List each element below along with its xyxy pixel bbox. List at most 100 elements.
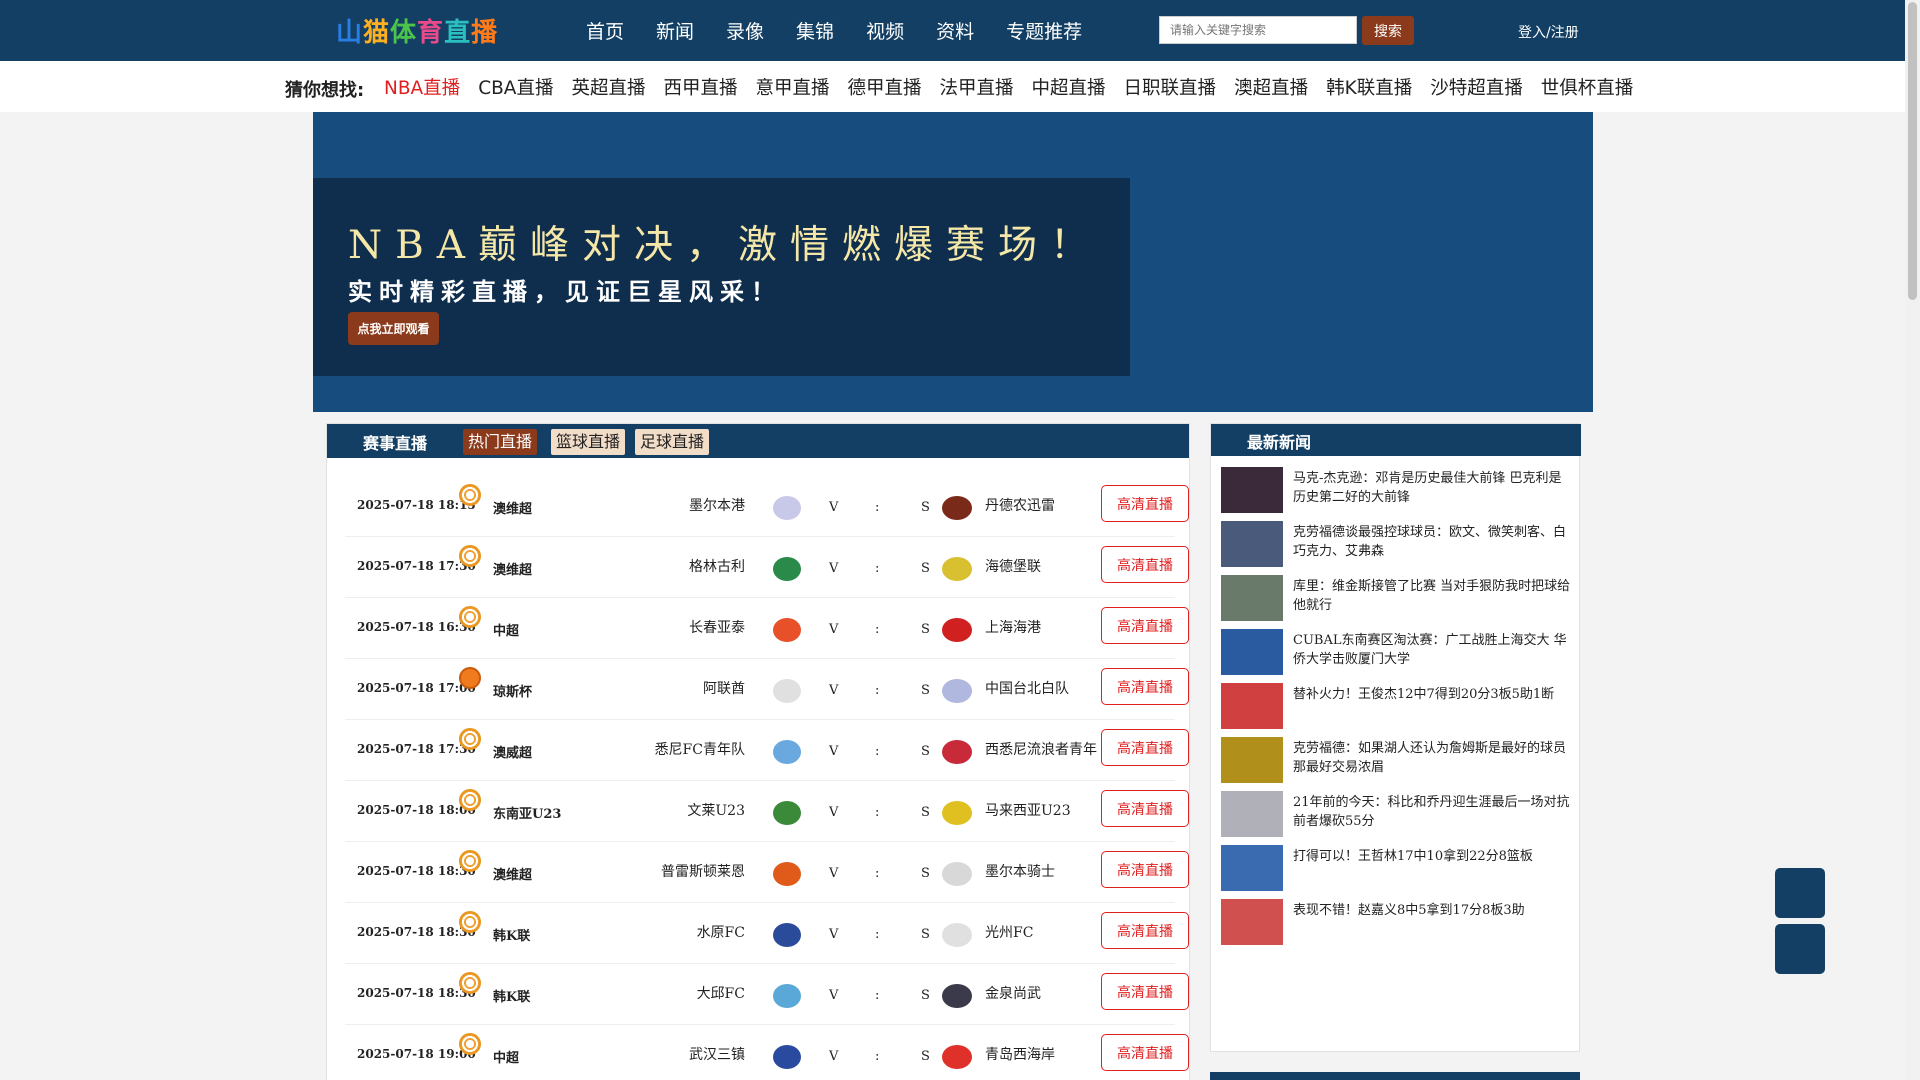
home-team[interactable]: 长春亚泰 <box>689 617 745 637</box>
hd-live-button[interactable]: 高清直播 <box>1101 607 1189 644</box>
guess-link[interactable]: NBA直播 <box>384 74 460 100</box>
news-headline[interactable]: CUBAL东南赛区淘汰赛：广工战胜上海交大 华侨大学击败厦门大学 <box>1293 631 1571 669</box>
away-team[interactable]: 丹德农迅雷 <box>985 495 1055 515</box>
tab-football-live[interactable]: 足球直播 <box>635 429 710 455</box>
guess-link[interactable]: 中超直播 <box>1032 74 1106 100</box>
guess-link[interactable]: 沙特超直播 <box>1430 74 1523 100</box>
tab-basketball-live[interactable]: 篮球直播 <box>551 429 626 455</box>
guess-link[interactable]: 韩K联直播 <box>1326 74 1412 100</box>
news-item[interactable]: 表现不错！赵嘉义8中5拿到17分8板3助 <box>1221 899 1571 959</box>
login-register-link[interactable]: 登入/注册 <box>1518 22 1579 42</box>
float-button-bottom[interactable] <box>1775 924 1825 974</box>
match-league[interactable]: 琼斯杯 <box>493 681 532 700</box>
match-league[interactable]: 中超 <box>493 620 519 639</box>
hd-live-button[interactable]: 高清直播 <box>1101 973 1189 1010</box>
news-item[interactable]: 打得可以！王哲林17中10拿到22分8篮板 <box>1221 845 1571 905</box>
hd-live-button[interactable]: 高清直播 <box>1101 485 1189 522</box>
nav-topics[interactable]: 专题推荐 <box>1006 17 1082 44</box>
news-headline[interactable]: 克劳福德谈最强控球球员：欧文、微笑刺客、白巧克力、艾弗森 <box>1293 523 1571 561</box>
news-headline[interactable]: 替补火力！王俊杰12中7得到20分3板5助1断 <box>1293 685 1571 704</box>
match-league[interactable]: 澳威超 <box>493 742 532 761</box>
news-thumbnail[interactable] <box>1221 899 1283 945</box>
match-league[interactable]: 韩K联 <box>493 925 530 944</box>
news-item[interactable]: CUBAL东南赛区淘汰赛：广工战胜上海交大 华侨大学击败厦门大学 <box>1221 629 1571 689</box>
float-button-top[interactable] <box>1775 868 1825 918</box>
hd-live-button[interactable]: 高清直播 <box>1101 851 1189 888</box>
guess-link[interactable]: 西甲直播 <box>663 74 737 100</box>
news-item[interactable]: 库里：维金斯接管了比赛 当对手狠防我时把球给他就行 <box>1221 575 1571 635</box>
guess-link[interactable]: 德甲直播 <box>848 74 922 100</box>
away-team[interactable]: 墨尔本骑士 <box>985 861 1055 881</box>
away-team[interactable]: 上海海港 <box>985 617 1041 637</box>
news-headline[interactable]: 克劳福德：如果湖人还认为詹姆斯是最好的球员那最好交易浓眉 <box>1293 739 1571 777</box>
news-thumbnail[interactable] <box>1221 467 1283 513</box>
news-thumbnail[interactable] <box>1221 521 1283 567</box>
news-item[interactable]: 替补火力！王俊杰12中7得到20分3板5助1断 <box>1221 683 1571 743</box>
home-team[interactable]: 水原FC <box>697 922 745 942</box>
news-headline[interactable]: 表现不错！赵嘉义8中5拿到17分8板3助 <box>1293 901 1571 920</box>
news-item[interactable]: 马克-杰克逊：邓肯是历史最佳大前锋 巴克利是历史第二好的大前锋 <box>1221 467 1571 527</box>
hero-banner[interactable]: NBA巅峰对决，激情燃爆赛场！ 实时精彩直播，见证巨星风采！ 点我立即观看 <box>313 112 1593 412</box>
page-scrollbar[interactable] <box>1905 0 1920 1080</box>
home-team[interactable]: 悉尼FC青年队 <box>655 739 745 759</box>
news-thumbnail[interactable] <box>1221 737 1283 783</box>
news-headline[interactable]: 21年前的今天：科比和乔丹迎生涯最后一场对抗 前者爆砍55分 <box>1293 793 1571 831</box>
news-thumbnail[interactable] <box>1221 629 1283 675</box>
away-team[interactable]: 光州FC <box>985 922 1033 942</box>
watch-now-button[interactable]: 点我立即观看 <box>348 312 439 345</box>
hd-live-button[interactable]: 高清直播 <box>1101 668 1189 705</box>
guess-link[interactable]: 日职联直播 <box>1124 74 1217 100</box>
nav-news[interactable]: 新闻 <box>656 17 694 44</box>
hd-live-button[interactable]: 高清直播 <box>1101 546 1189 583</box>
news-thumbnail[interactable] <box>1221 845 1283 891</box>
search-button[interactable]: 搜索 <box>1362 16 1414 45</box>
nav-highlights[interactable]: 集锦 <box>796 17 834 44</box>
match-league[interactable]: 中超 <box>493 1047 519 1066</box>
search-input[interactable] <box>1159 16 1357 44</box>
guess-link[interactable]: 澳超直播 <box>1234 74 1308 100</box>
away-team[interactable]: 马来西亚U23 <box>985 800 1071 820</box>
nav-video[interactable]: 视频 <box>866 17 904 44</box>
nav-replay[interactable]: 录像 <box>726 17 764 44</box>
away-team[interactable]: 海德堡联 <box>985 556 1041 576</box>
guess-link[interactable]: 法甲直播 <box>940 74 1014 100</box>
away-team[interactable]: 金泉尚武 <box>985 983 1041 1003</box>
home-team[interactable]: 武汉三镇 <box>689 1044 745 1064</box>
match-league[interactable]: 澳维超 <box>493 559 532 578</box>
site-logo[interactable]: 山猫体育直播 <box>336 12 498 49</box>
hd-live-button[interactable]: 高清直播 <box>1101 790 1189 827</box>
guess-link[interactable]: 世俱杯直播 <box>1541 74 1634 100</box>
away-team[interactable]: 西悉尼流浪者青年 <box>985 739 1097 759</box>
news-item[interactable]: 克劳福德谈最强控球球员：欧文、微笑刺客、白巧克力、艾弗森 <box>1221 521 1571 581</box>
home-team[interactable]: 墨尔本港 <box>689 495 745 515</box>
away-team[interactable]: 青岛西海岸 <box>985 1044 1055 1064</box>
news-item[interactable]: 克劳福德：如果湖人还认为詹姆斯是最好的球员那最好交易浓眉 <box>1221 737 1571 797</box>
guess-link[interactable]: 意甲直播 <box>755 74 829 100</box>
news-thumbnail[interactable] <box>1221 575 1283 621</box>
news-thumbnail[interactable] <box>1221 791 1283 837</box>
hd-live-button[interactable]: 高清直播 <box>1101 1034 1189 1071</box>
home-team[interactable]: 文莱U23 <box>687 800 745 820</box>
match-league[interactable]: 澳维超 <box>493 864 532 883</box>
home-team[interactable]: 普雷斯顿莱恩 <box>661 861 745 881</box>
scrollbar-thumb[interactable] <box>1908 2 1917 300</box>
match-league[interactable]: 韩K联 <box>493 986 530 1005</box>
home-team[interactable]: 格林古利 <box>689 556 745 576</box>
news-thumbnail[interactable] <box>1221 683 1283 729</box>
news-headline[interactable]: 打得可以！王哲林17中10拿到22分8篮板 <box>1293 847 1571 866</box>
match-league[interactable]: 澳维超 <box>493 498 532 517</box>
home-team[interactable]: 阿联酋 <box>703 678 745 698</box>
news-headline[interactable]: 马克-杰克逊：邓肯是历史最佳大前锋 巴克利是历史第二好的大前锋 <box>1293 469 1571 507</box>
news-item[interactable]: 21年前的今天：科比和乔丹迎生涯最后一场对抗 前者爆砍55分 <box>1221 791 1571 851</box>
tab-hot-live[interactable]: 热门直播 <box>463 429 538 455</box>
guess-link[interactable]: 英超直播 <box>571 74 645 100</box>
home-team[interactable]: 大邱FC <box>697 983 745 1003</box>
nav-home[interactable]: 首页 <box>586 17 624 44</box>
nav-data[interactable]: 资料 <box>936 17 974 44</box>
news-headline[interactable]: 库里：维金斯接管了比赛 当对手狠防我时把球给他就行 <box>1293 577 1571 615</box>
guess-link[interactable]: CBA直播 <box>478 74 553 100</box>
hd-live-button[interactable]: 高清直播 <box>1101 729 1189 766</box>
match-league[interactable]: 东南亚U23 <box>493 803 561 822</box>
hd-live-button[interactable]: 高清直播 <box>1101 912 1189 949</box>
away-team[interactable]: 中国台北白队 <box>985 678 1069 698</box>
